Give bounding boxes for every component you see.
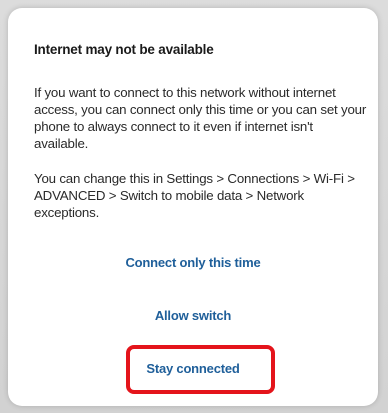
dialog-message-paragraph-2: You can change this in Settings > Connec… — [34, 171, 355, 220]
screen: Internet may not be available If you wan… — [0, 0, 388, 413]
dialog-title: Internet may not be available — [34, 42, 214, 57]
dialog-message: If you want to connect to this network w… — [34, 84, 370, 239]
allow-switch-button[interactable]: Allow switch — [8, 308, 378, 323]
stay-connected-button[interactable]: Stay connected — [8, 361, 378, 376]
connect-only-this-time-button[interactable]: Connect only this time — [8, 255, 378, 270]
network-warning-dialog: Internet may not be available If you wan… — [8, 8, 378, 406]
dialog-message-paragraph-1: If you want to connect to this network w… — [34, 85, 367, 151]
